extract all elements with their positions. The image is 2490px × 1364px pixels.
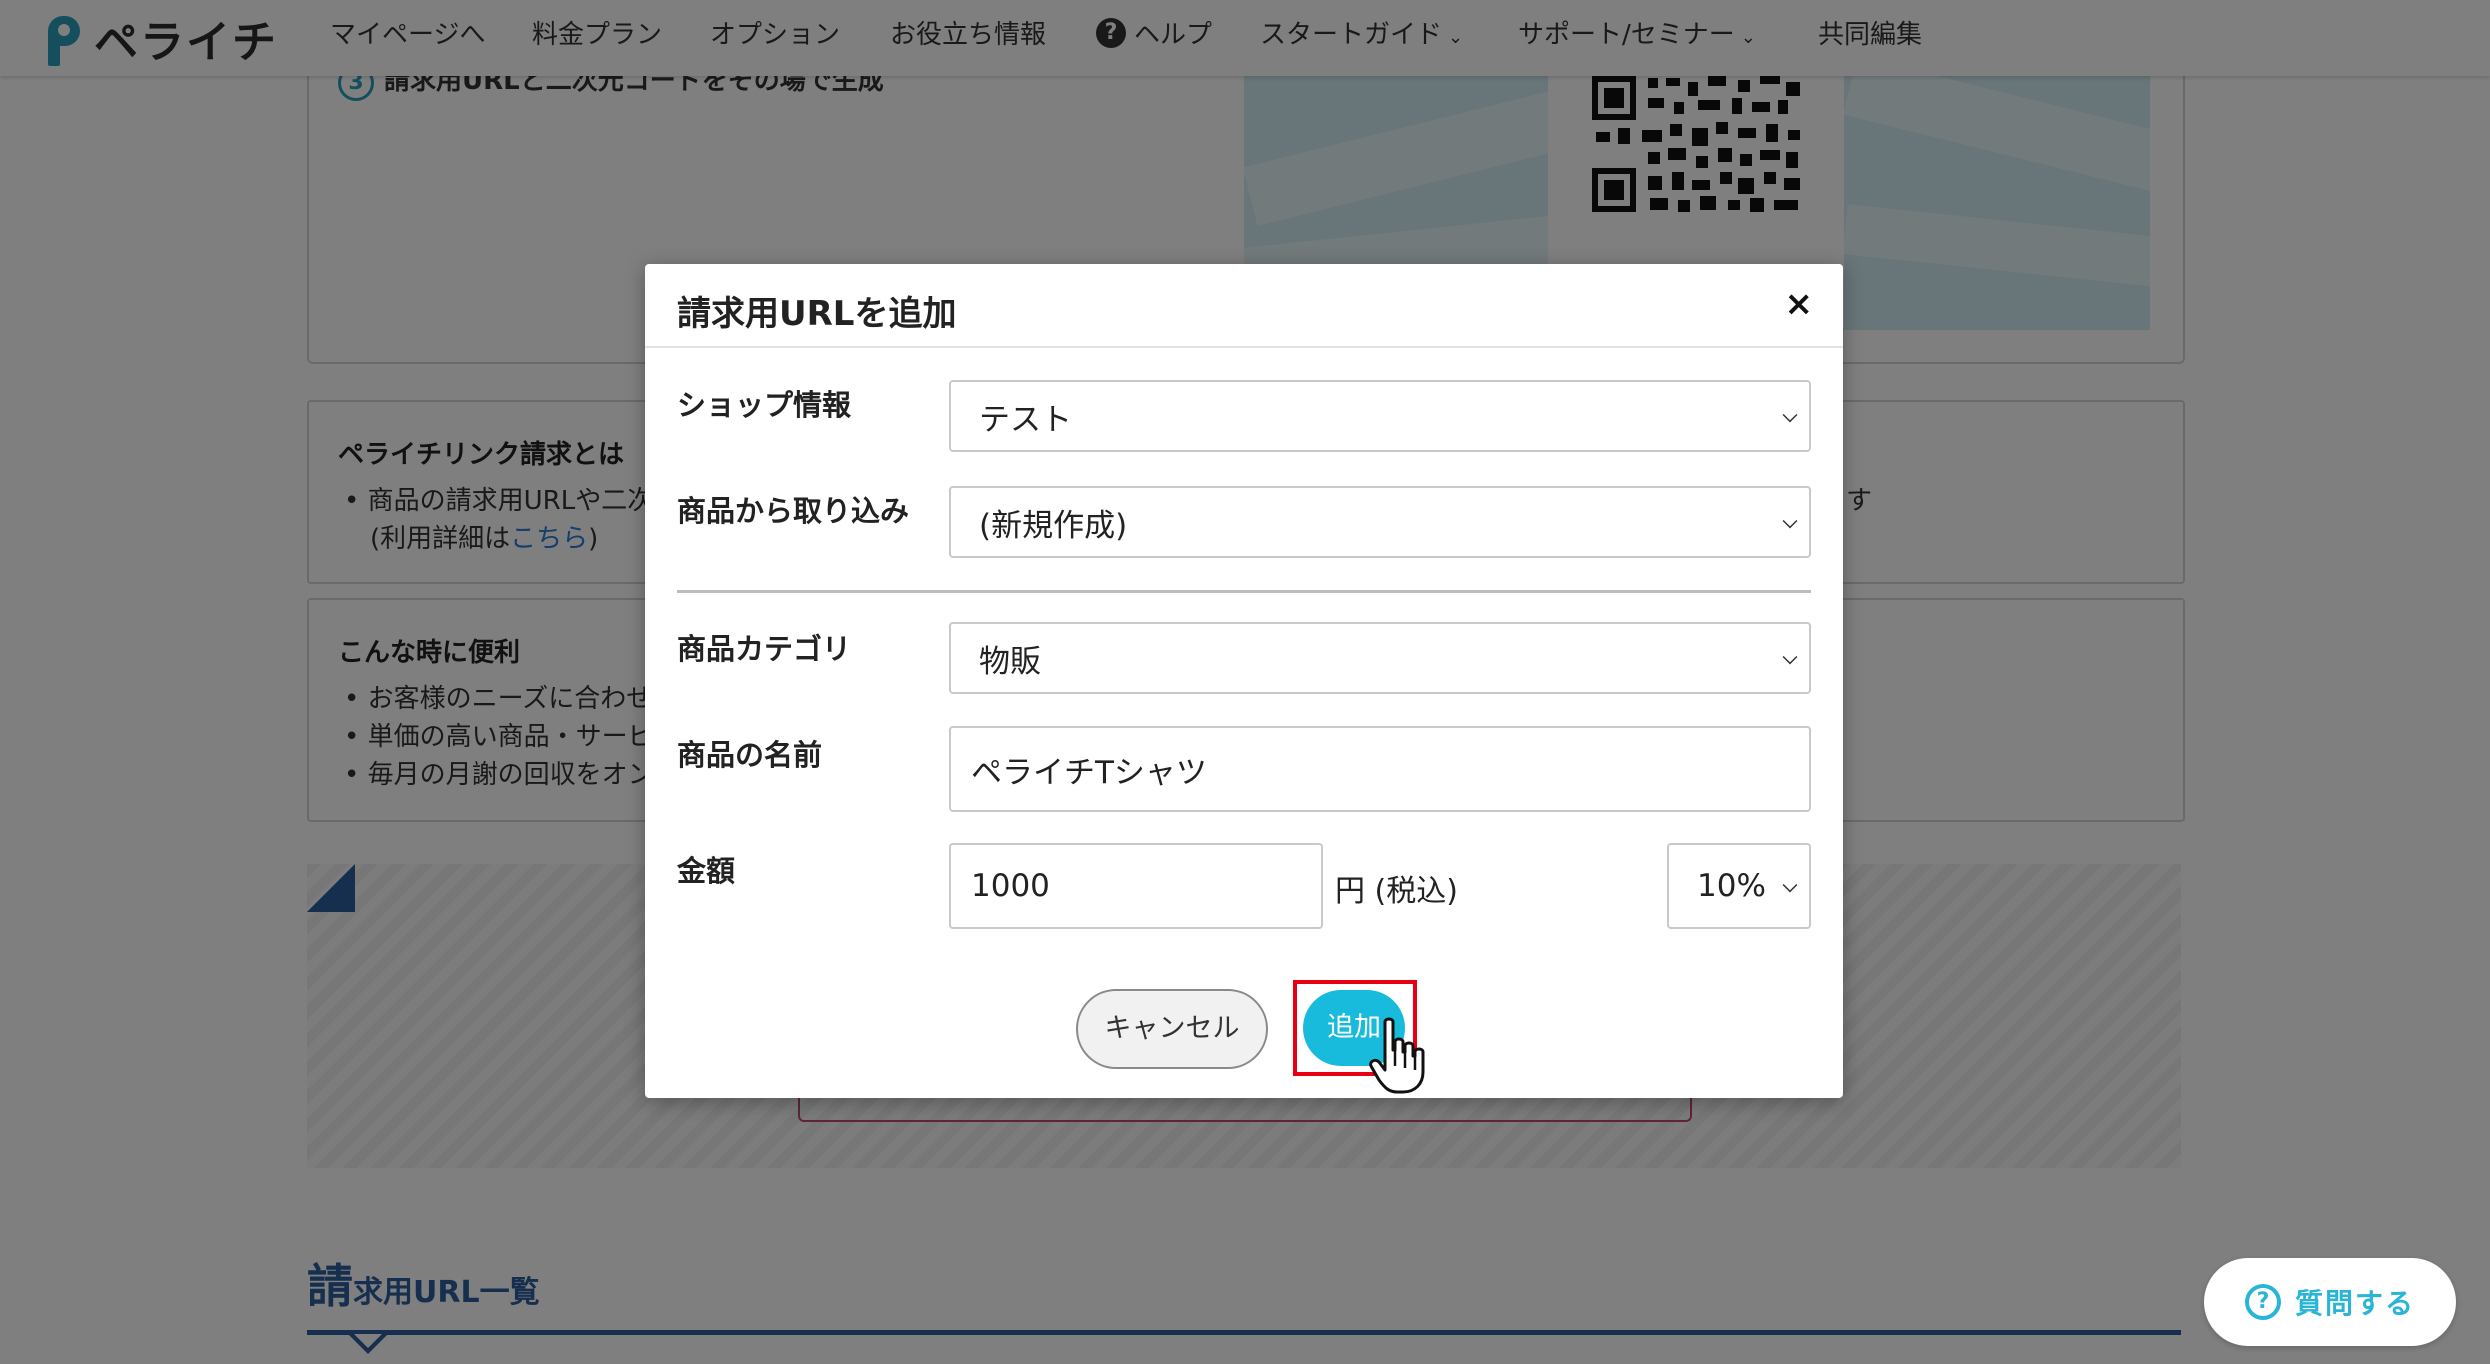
ask-question-label: 質問する: [2294, 1287, 2415, 1320]
question-circle-icon: ?: [2244, 1284, 2281, 1320]
tax-rate-value: 10%: [1697, 868, 1766, 904]
product-category-value: 物販: [979, 643, 1041, 680]
product-name-value: ペライチTシャツ: [971, 754, 1207, 791]
product-name-input[interactable]: ペライチTシャツ: [949, 726, 1811, 812]
cancel-button[interactable]: キャンセル: [1076, 989, 1268, 1069]
modal-title: 請求用URLを追加: [677, 294, 957, 334]
add-invoice-url-modal: 請求用URLを追加 × ショップ情報 テスト 商品から取り込み (新規作成) 商…: [645, 264, 1843, 1098]
price-label: 金額: [677, 854, 736, 888]
modal-section-divider: [677, 590, 1811, 593]
hand-pointer-icon: [1369, 1017, 1425, 1094]
import-from-product-value: (新規作成): [979, 507, 1128, 544]
product-category-label: 商品カテゴリ: [677, 632, 852, 666]
price-input[interactable]: 1000: [949, 843, 1323, 929]
chevron-down-icon: [1782, 407, 1798, 423]
close-icon[interactable]: ×: [1785, 284, 1814, 324]
chevron-down-icon: [1782, 513, 1798, 529]
modal-header-divider: [645, 346, 1843, 348]
shop-info-value: テスト: [979, 401, 1072, 438]
price-unit-label: 円 (税込): [1335, 874, 1458, 909]
import-from-product-select[interactable]: (新規作成): [949, 486, 1811, 558]
product-name-label: 商品の名前: [677, 738, 823, 772]
shop-info-select[interactable]: テスト: [949, 380, 1811, 452]
ask-question-button[interactable]: ? 質問する: [2204, 1258, 2456, 1346]
shop-info-label: ショップ情報: [677, 388, 852, 422]
tax-rate-select[interactable]: 10%: [1667, 843, 1811, 929]
product-category-select[interactable]: 物販: [949, 622, 1811, 694]
import-from-product-label: 商品から取り込み: [677, 494, 910, 528]
price-value: 1000: [971, 868, 1050, 904]
chevron-down-icon: [1782, 877, 1798, 893]
chevron-down-icon: [1782, 649, 1798, 665]
